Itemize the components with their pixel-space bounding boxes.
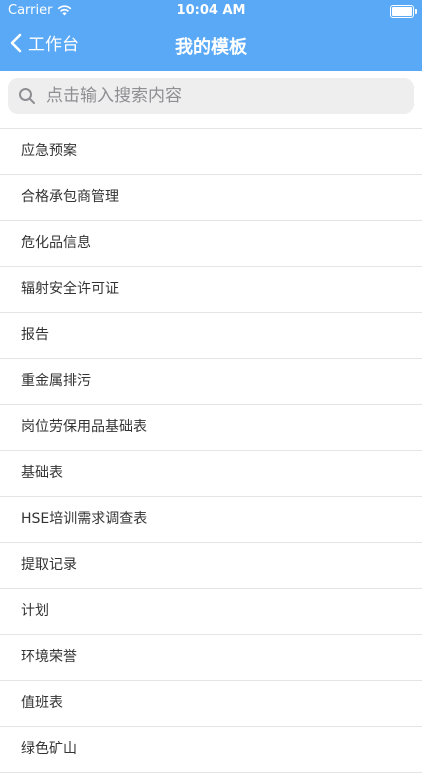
- top-bar: Carrier 10:04 AM 工作台 我的模板: [0, 0, 422, 71]
- list-item[interactable]: 基础表: [0, 451, 422, 497]
- list-item[interactable]: 辐射安全许可证: [0, 267, 422, 313]
- list-item[interactable]: 环境荣誉: [0, 635, 422, 681]
- list-item[interactable]: HSE培训需求调查表: [0, 497, 422, 543]
- list-item[interactable]: 危化品信息: [0, 221, 422, 267]
- list-item[interactable]: 合格承包商管理: [0, 175, 422, 221]
- list-item[interactable]: 应急预案: [0, 128, 422, 175]
- status-time: 10:04 AM: [176, 3, 246, 18]
- list-item[interactable]: 报告: [0, 313, 422, 359]
- search-icon: [19, 88, 35, 104]
- list-item[interactable]: 计划: [0, 589, 422, 635]
- page-title: 我的模板: [175, 37, 247, 58]
- search-section: [0, 71, 422, 120]
- list-item[interactable]: 重金属排污: [0, 359, 422, 405]
- list-item[interactable]: 值班表: [0, 681, 422, 727]
- list-item[interactable]: 岗位劳保用品基础表: [0, 405, 422, 451]
- list-item[interactable]: 提取记录: [0, 543, 422, 589]
- search-bar[interactable]: [8, 78, 414, 114]
- search-input[interactable]: [44, 85, 404, 107]
- status-bar: Carrier 10:04 AM: [0, 0, 422, 22]
- navigation-bar: 工作台 我的模板: [0, 22, 422, 71]
- template-list: 应急预案 合格承包商管理 危化品信息 辐射安全许可证 报告 重金属排污 岗位劳保用品基础表基…: [0, 128, 422, 773]
- battery-icon: [390, 5, 417, 18]
- list-item[interactable]: 绿色矿山: [0, 727, 422, 773]
